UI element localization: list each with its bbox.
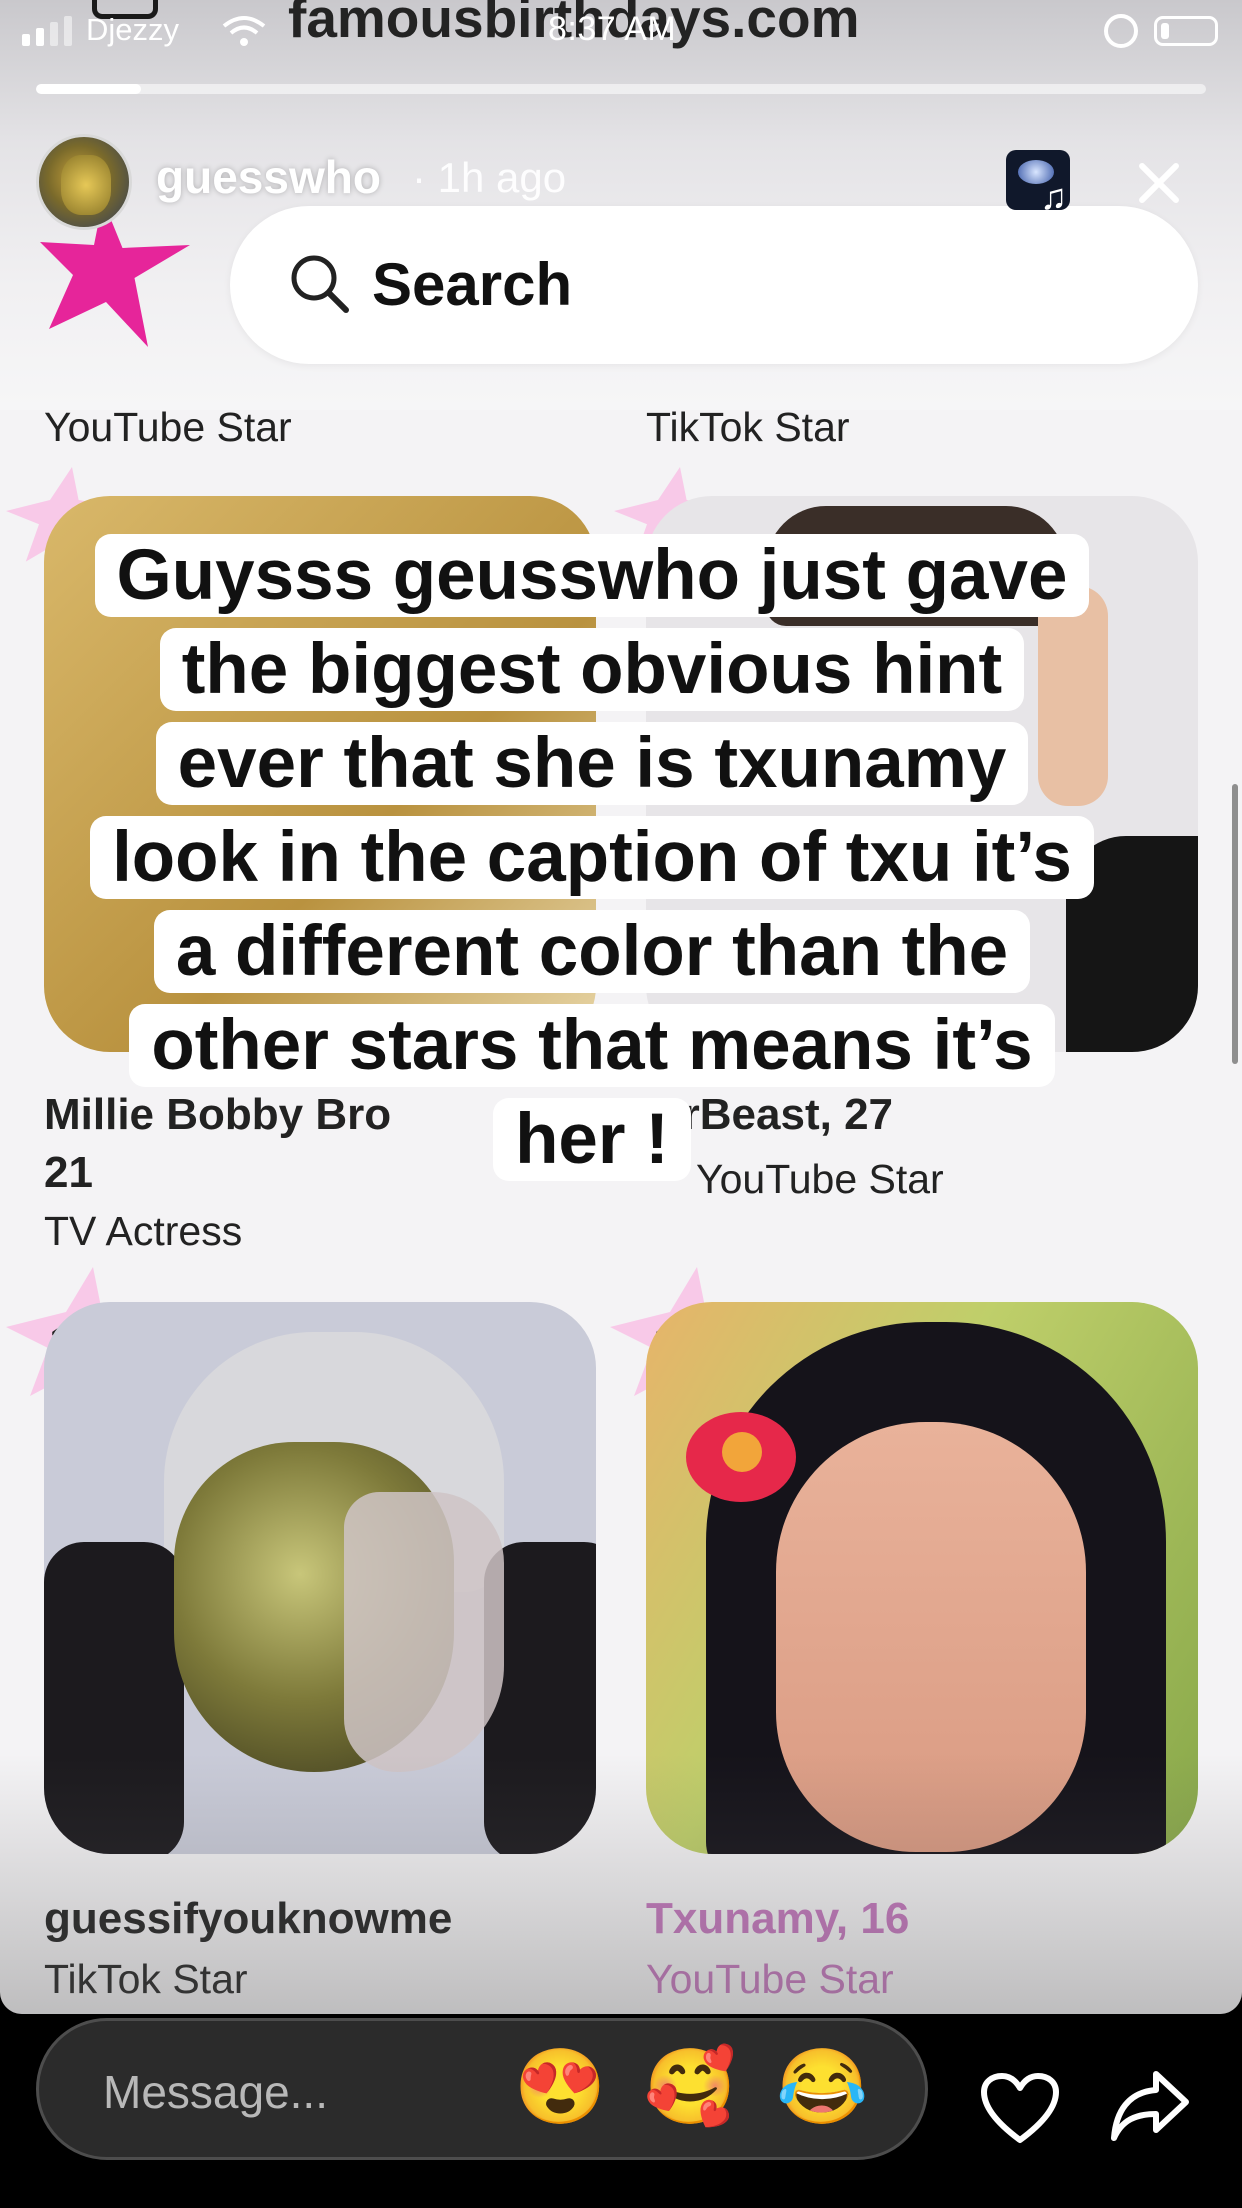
story-timestamp: · 1h ago	[412, 154, 567, 201]
category-label: TikTok Star	[646, 404, 850, 450]
caption-line: the biggest obvious hint	[30, 624, 1154, 716]
masked-person-image[interactable]	[44, 1302, 596, 1854]
story-content[interactable]: Search YouTube Star TikTok Star Millie B…	[0, 0, 1242, 2014]
category-label: TikTok Star	[44, 1956, 248, 2002]
search-bar[interactable]: Search	[230, 206, 1198, 364]
avatar[interactable]	[36, 134, 132, 230]
emoji-tears-of-joy[interactable]: 😂	[776, 2042, 868, 2132]
story-viewer: Search YouTube Star TikTok Star Millie B…	[0, 0, 1242, 2208]
battery-fill	[1161, 23, 1169, 39]
search-icon	[291, 255, 349, 313]
signal-bar	[22, 34, 30, 46]
emoji-smiling-hearts[interactable]: 🥰	[644, 2042, 736, 2132]
heart-icon[interactable]	[980, 2072, 1060, 2144]
txunamy-photo[interactable]	[646, 1302, 1198, 1854]
caption-line: ever that she is txunamy	[30, 718, 1154, 810]
send-arrow-icon[interactable]	[1110, 2068, 1190, 2144]
wifi-icon	[222, 16, 266, 46]
caption-line: other stars that means it’s	[30, 1000, 1154, 1092]
close-icon[interactable]	[1128, 152, 1188, 212]
signal-bar	[36, 28, 44, 46]
celebrity-name-highlighted[interactable]: Txunamy, 16	[646, 1894, 909, 1944]
category-label: TV Actress	[44, 1208, 243, 1254]
story-progress	[36, 84, 1206, 94]
emoji-heart-eyes[interactable]: 😍	[514, 2042, 606, 2132]
music-note-icon: ♫	[1040, 176, 1067, 217]
celebrity-name[interactable]: guessifyouknowme	[44, 1894, 452, 1944]
signal-bar	[64, 16, 72, 46]
caption-line: her !	[30, 1094, 1154, 1186]
story-username[interactable]: guesswho	[156, 150, 381, 204]
battery-icon	[1154, 16, 1218, 46]
caption-line: a different color than the	[30, 906, 1154, 998]
caption-line: look in the caption of txu it’s	[30, 812, 1154, 904]
message-placeholder: Message...	[103, 2066, 328, 2118]
category-label: YouTube Star	[44, 404, 292, 450]
story-progress-fill	[36, 84, 142, 94]
status-bar: famousbirthdays.com Djezzy 8:37 AM	[0, 0, 1242, 60]
category-label-highlighted: YouTube Star	[646, 1956, 894, 2002]
caption-line: Guysss geusswho just gave	[30, 530, 1154, 622]
carrier-name: Djezzy	[86, 12, 180, 47]
scrollbar[interactable]	[1232, 784, 1238, 1064]
search-label: Search	[372, 251, 573, 318]
rotation-lock-icon	[1104, 14, 1138, 48]
clock: 8:37 AM	[548, 10, 677, 48]
signal-bar	[50, 22, 58, 46]
